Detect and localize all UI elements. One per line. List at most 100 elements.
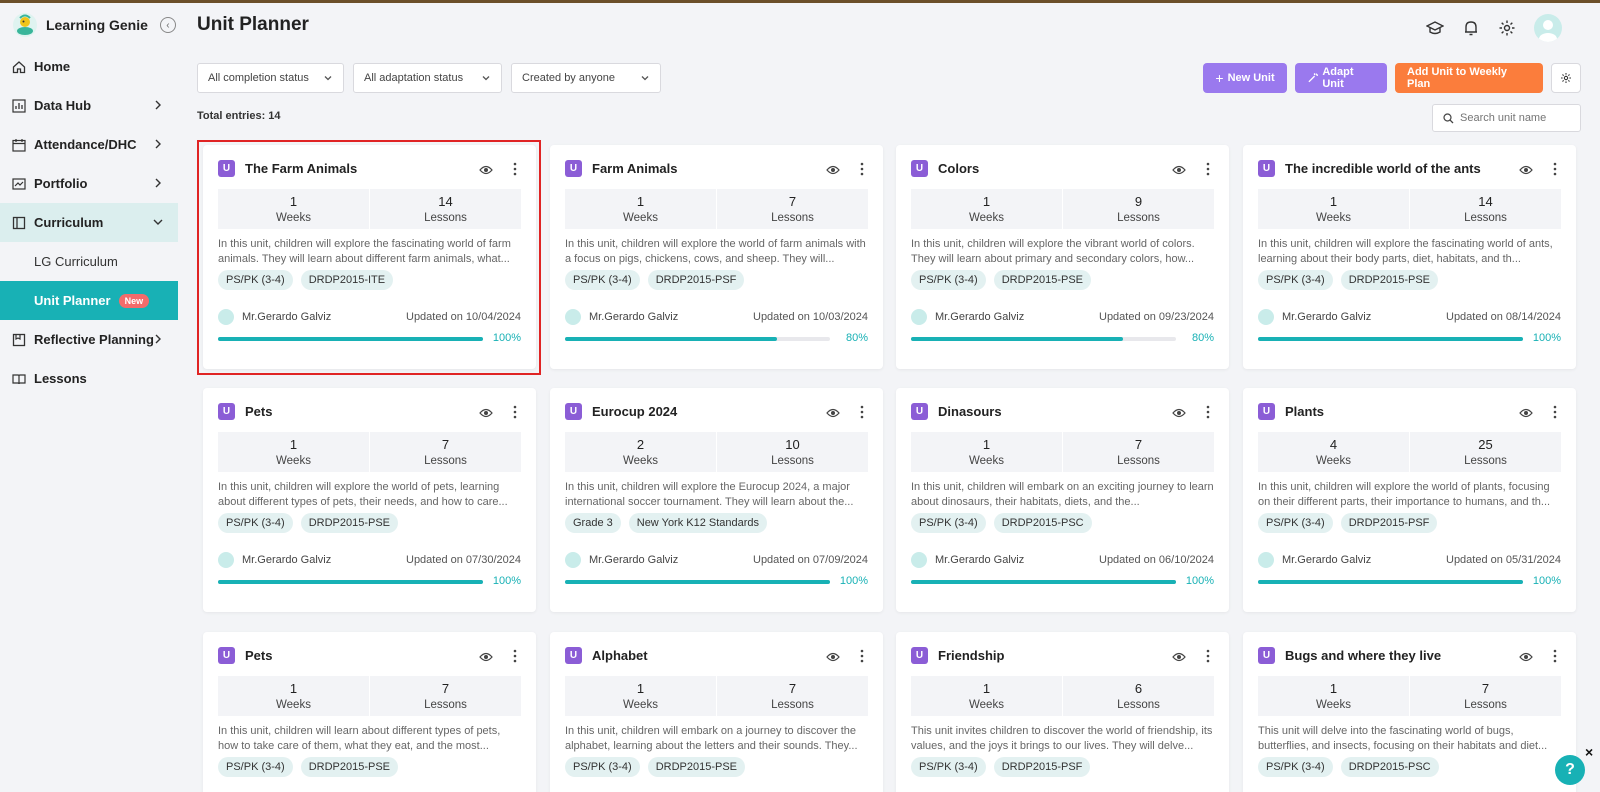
more-options-icon[interactable]	[1205, 649, 1211, 663]
more-options-icon[interactable]	[1552, 162, 1558, 176]
eye-icon[interactable]	[826, 164, 840, 176]
progress-percent: 100%	[492, 332, 521, 344]
weeks-label: Weeks	[1316, 212, 1351, 224]
add-to-weekly-plan-button[interactable]: Add Unit to Weekly Plan	[1395, 63, 1543, 93]
unit-card[interactable]: U Eurocup 2024 2 Weeks 10 Lessons In this unit…	[550, 388, 883, 612]
eye-icon[interactable]	[1519, 164, 1533, 176]
adapt-unit-button[interactable]: Adapt Unit	[1295, 63, 1387, 93]
unit-card[interactable]: U Bugs and where they live 1 Weeks 7 Lessons T…	[1243, 632, 1576, 792]
card-title[interactable]: Eurocup 2024	[592, 404, 677, 419]
more-options-icon[interactable]	[859, 405, 865, 419]
more-options-icon[interactable]	[512, 649, 518, 663]
creator-select[interactable]: Created by anyone	[511, 63, 661, 93]
settings-button[interactable]	[1551, 63, 1581, 93]
unit-card[interactable]: U The incredible world of the ants 1 Weeks 1…	[1243, 145, 1576, 369]
eye-icon[interactable]	[826, 407, 840, 419]
more-options-icon[interactable]	[859, 162, 865, 176]
close-help-icon[interactable]: ×	[1585, 744, 1593, 760]
author-name: Mr.Gerardo Galviz	[1282, 554, 1372, 566]
new-unit-button[interactable]: + New Unit	[1203, 63, 1287, 93]
sidebar-item-home[interactable]: Home	[0, 47, 178, 86]
sidebar-item-data-hub[interactable]: Data Hub	[0, 86, 178, 125]
sidebar-item-label: Reflective Planning	[34, 332, 154, 347]
eye-icon[interactable]	[479, 407, 493, 419]
card-tags: PS/PK (3-4) DRDP2015-PSF	[911, 757, 1091, 777]
card-title[interactable]: Colors	[938, 161, 979, 176]
sidebar-item-reflective-planning[interactable]: Reflective Planning	[0, 320, 178, 359]
more-options-icon[interactable]	[1552, 405, 1558, 419]
unit-icon: U	[218, 160, 235, 177]
card-title[interactable]: Alphabet	[592, 648, 648, 663]
search-box[interactable]	[1432, 104, 1581, 132]
card-title[interactable]: Farm Animals	[592, 161, 678, 176]
chevron-down-icon	[324, 76, 332, 81]
unit-card[interactable]: U Alphabet 1 Weeks 7 Lessons In this unit, chi…	[550, 632, 883, 792]
author-avatar	[911, 552, 927, 568]
eye-icon[interactable]	[1172, 407, 1186, 419]
unit-card[interactable]: U Pets 1 Weeks 7 Lessons In this unit, childre…	[203, 388, 536, 612]
unit-card[interactable]: U Friendship 1 Weeks 6 Lessons This unit invit…	[896, 632, 1229, 792]
tag: DRDP2015-PSF	[993, 757, 1091, 777]
tag: DRDP2015-ITE	[300, 270, 394, 290]
search-input[interactable]	[1460, 112, 1570, 124]
weeks-count: 1	[1329, 194, 1338, 209]
progress-fill	[565, 580, 830, 584]
card-tags: PS/PK (3-4) DRDP2015-PSF	[565, 270, 745, 290]
graduation-cap-icon[interactable]	[1426, 19, 1444, 37]
weeks-label: Weeks	[1316, 455, 1351, 467]
unit-card[interactable]: U Colors 1 Weeks 9 Lessons In this unit, child…	[896, 145, 1229, 369]
sidebar-subitem-lg-curriculum[interactable]: LG Curriculum	[0, 242, 178, 281]
card-title[interactable]: Bugs and where they live	[1285, 648, 1441, 663]
card-title[interactable]: The Farm Animals	[245, 161, 357, 176]
more-options-icon[interactable]	[512, 162, 518, 176]
card-title[interactable]: Friendship	[938, 648, 1004, 663]
weeks-stat: 1 Weeks	[565, 189, 716, 229]
completion-status-select[interactable]: All completion status	[197, 63, 344, 93]
sidebar-item-attendance[interactable]: Attendance/DHC	[0, 125, 178, 164]
user-avatar[interactable]	[1534, 14, 1562, 42]
more-options-icon[interactable]	[512, 405, 518, 419]
unit-card[interactable]: U Farm Animals 1 Weeks 7 Lessons In this unit,…	[550, 145, 883, 369]
more-options-icon[interactable]	[1205, 162, 1211, 176]
sidebar-item-label: Portfolio	[34, 176, 88, 191]
unit-card[interactable]: U Dinasours 1 Weeks 7 Lessons In this unit, ch…	[896, 388, 1229, 612]
bell-icon[interactable]	[1462, 19, 1480, 37]
help-button[interactable]: ?	[1555, 755, 1585, 785]
lessons-count: 7	[1134, 437, 1143, 452]
unit-card[interactable]: U Plants 4 Weeks 25 Lessons In this unit, chil…	[1243, 388, 1576, 612]
eye-icon[interactable]	[479, 651, 493, 663]
sidebar-subitem-unit-planner[interactable]: Unit Planner New	[0, 281, 178, 320]
lessons-count: 7	[788, 194, 797, 209]
weeks-label: Weeks	[969, 699, 1004, 711]
card-title[interactable]: Dinasours	[938, 404, 1002, 419]
lessons-stat: 9 Lessons	[1062, 189, 1214, 229]
tag: PS/PK (3-4)	[218, 270, 293, 290]
collapse-sidebar-icon[interactable]: ‹	[159, 17, 176, 33]
progress-fill	[911, 580, 1176, 584]
gear-icon[interactable]	[1498, 19, 1516, 37]
card-title[interactable]: The incredible world of the ants	[1285, 161, 1481, 176]
more-options-icon[interactable]	[1552, 649, 1558, 663]
eye-icon[interactable]	[1172, 651, 1186, 663]
eye-icon[interactable]	[479, 164, 493, 176]
eye-icon[interactable]	[1172, 164, 1186, 176]
card-title[interactable]: Pets	[245, 648, 272, 663]
eye-icon[interactable]	[1519, 407, 1533, 419]
sidebar-item-curriculum[interactable]: Curriculum	[0, 203, 178, 242]
sidebar-item-lessons[interactable]: Lessons	[0, 359, 178, 398]
tag: DRDP2015-PSF	[647, 270, 745, 290]
weeks-stat: 4 Weeks	[1258, 432, 1409, 472]
sidebar-item-portfolio[interactable]: Portfolio	[0, 164, 178, 203]
card-title[interactable]: Pets	[245, 404, 272, 419]
unit-card[interactable]: U The Farm Animals 1 Weeks 14 Lessons In this …	[203, 145, 536, 369]
eye-icon[interactable]	[826, 651, 840, 663]
weeks-label: Weeks	[276, 212, 311, 224]
more-options-icon[interactable]	[859, 649, 865, 663]
eye-icon[interactable]	[1519, 651, 1533, 663]
card-title[interactable]: Plants	[1285, 404, 1324, 419]
unit-card[interactable]: U Pets 1 Weeks 7 Lessons In this unit, childre…	[203, 632, 536, 792]
card-stats: 1 Weeks 6 Lessons	[911, 676, 1214, 716]
adaptation-status-select[interactable]: All adaptation status	[353, 63, 502, 93]
more-options-icon[interactable]	[1205, 405, 1211, 419]
card-stats: 1 Weeks 14 Lessons	[218, 189, 521, 229]
